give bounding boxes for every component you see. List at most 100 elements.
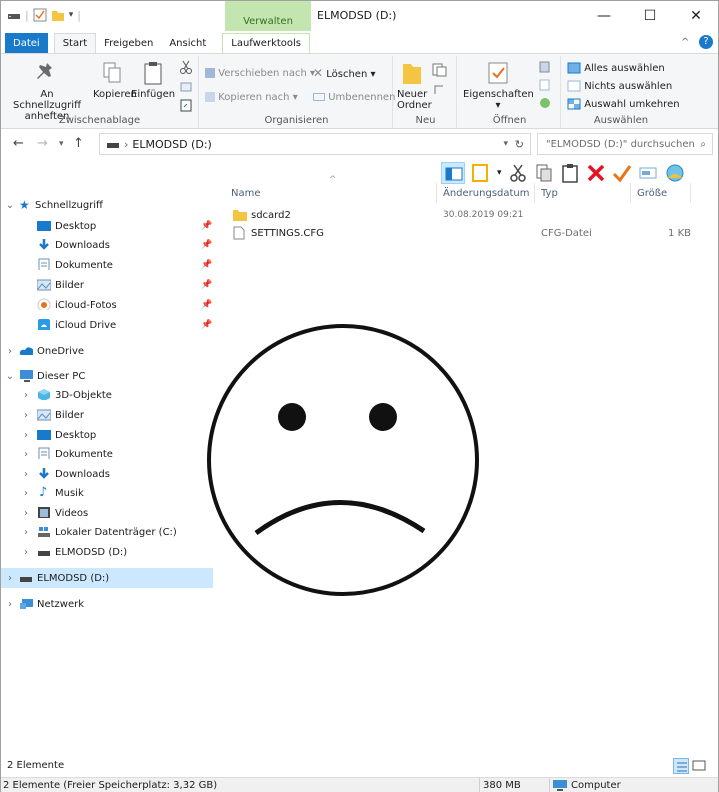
- nav-qa-desktop[interactable]: Desktop 📌: [1, 216, 213, 236]
- tab-ansicht[interactable]: Ansicht: [161, 33, 214, 53]
- file-row[interactable]: SETTINGS.CFG CFG-Datei 1 KB: [225, 225, 705, 243]
- invert-selection-button[interactable]: Auswahl umkehren: [567, 98, 680, 110]
- column-header-type[interactable]: Typ: [535, 183, 631, 203]
- select-all-button[interactable]: Alles auswählen: [567, 62, 665, 74]
- refresh-icon[interactable]: ↻: [515, 138, 524, 151]
- new-item-icon[interactable]: [431, 62, 449, 78]
- nav-qa-downloads[interactable]: Downloads 📌: [1, 235, 213, 255]
- chevron-right-icon[interactable]: ›: [21, 488, 31, 499]
- details-view-icon[interactable]: [673, 758, 689, 774]
- address-dropdown-icon[interactable]: ▾: [503, 139, 508, 149]
- copy-icon[interactable]: [534, 163, 554, 183]
- checkmark-icon[interactable]: [612, 163, 632, 183]
- chevron-right-icon[interactable]: ›: [21, 508, 31, 519]
- chevron-right-icon[interactable]: ›: [21, 449, 31, 460]
- chevron-down-icon[interactable]: ⌄: [5, 371, 15, 382]
- copy-path-icon[interactable]: [179, 80, 193, 94]
- file-row[interactable]: sdcard2 30.08.2019 09:21: [225, 207, 705, 225]
- tab-laufwerktools[interactable]: Laufwerktools: [222, 33, 311, 53]
- help-icon[interactable]: ?: [699, 35, 713, 49]
- column-header-date[interactable]: Änderungsdatum: [437, 183, 535, 203]
- new-folder-button[interactable]: Neuer Ordner: [397, 60, 432, 111]
- layout-icon[interactable]: [471, 163, 491, 183]
- column-header-size[interactable]: Größe: [631, 183, 691, 203]
- properties-check-icon[interactable]: [33, 8, 47, 22]
- folder-icon[interactable]: [51, 9, 65, 21]
- recent-locations-button[interactable]: ▾: [59, 139, 64, 149]
- pin-icon[interactable]: 📌: [201, 260, 212, 270]
- nav-drive-elmodsd[interactable]: › ELMODSD (D:): [1, 568, 213, 588]
- tab-datei[interactable]: Datei: [5, 33, 48, 53]
- chevron-right-icon[interactable]: ›: [21, 390, 31, 401]
- nav-qa-icloud-photos[interactable]: iCloud-Fotos 📌: [1, 295, 213, 315]
- qat-dropdown-icon[interactable]: ▾: [69, 10, 74, 20]
- nav-pc-pictures[interactable]: › Bilder: [1, 405, 213, 425]
- nav-quick-access[interactable]: ⌄ ★ Schnellzugriff: [1, 195, 213, 215]
- collapse-ribbon-icon[interactable]: ^: [681, 37, 689, 48]
- nav-network[interactable]: › Netzwerk: [1, 594, 213, 614]
- chevron-right-icon[interactable]: ›: [21, 547, 31, 558]
- nav-pc-documents[interactable]: › Dokumente: [1, 444, 213, 464]
- chevron-right-icon[interactable]: ›: [21, 410, 31, 421]
- select-none-button[interactable]: Nichts auswählen: [567, 80, 672, 92]
- up-button[interactable]: ↑: [73, 136, 84, 151]
- edit-icon[interactable]: [537, 78, 555, 92]
- nav-qa-documents[interactable]: Dokumente 📌: [1, 255, 213, 275]
- chevron-down-icon[interactable]: ⌄: [5, 200, 15, 211]
- history-icon[interactable]: [537, 96, 555, 110]
- chevron-right-icon[interactable]: ›: [21, 527, 31, 538]
- delete-icon[interactable]: [586, 163, 606, 183]
- rename-icon[interactable]: [638, 163, 658, 183]
- pin-icon[interactable]: 📌: [201, 221, 212, 231]
- nav-pc-3d-objects[interactable]: › 3D-Objekte: [1, 385, 213, 405]
- breadcrumb-drive[interactable]: ELMODSD (D:): [132, 138, 211, 151]
- move-to-button[interactable]: Verschieben nach ▾: [205, 68, 315, 79]
- maximize-button[interactable]: ☐: [627, 1, 673, 31]
- drive-icon[interactable]: [7, 9, 21, 21]
- copy-to-button[interactable]: Kopieren nach ▾: [205, 92, 298, 103]
- preview-pane-icon[interactable]: [441, 162, 465, 184]
- chevron-right-icon[interactable]: ›: [5, 599, 15, 610]
- paste-shortcut-icon[interactable]: [179, 98, 193, 112]
- nav-pc-downloads[interactable]: › Downloads: [1, 464, 213, 484]
- easy-access-icon[interactable]: [431, 82, 449, 98]
- nav-qa-pictures[interactable]: Bilder 📌: [1, 275, 213, 295]
- tab-start[interactable]: Start: [53, 33, 97, 53]
- address-bar[interactable]: › ELMODSD (D:) ▾ ↻: [99, 133, 531, 155]
- nav-pc-desktop[interactable]: › Desktop: [1, 425, 213, 445]
- cut-icon[interactable]: [179, 60, 193, 74]
- nav-this-pc[interactable]: ⌄ Dieser PC: [1, 366, 213, 386]
- pin-icon[interactable]: 📌: [201, 300, 212, 310]
- minimize-button[interactable]: —: [581, 1, 627, 31]
- back-button[interactable]: ←: [13, 136, 24, 151]
- pin-icon[interactable]: 📌: [201, 240, 212, 250]
- chevron-right-icon[interactable]: ›: [21, 430, 31, 441]
- copy-button[interactable]: Kopieren: [93, 60, 137, 100]
- forward-button[interactable]: →: [37, 136, 48, 151]
- cut-icon[interactable]: [508, 163, 528, 183]
- properties-button[interactable]: Eigenschaften ▾: [463, 60, 534, 111]
- close-button[interactable]: ✕: [673, 1, 719, 31]
- column-header-name[interactable]: Name: [225, 183, 437, 203]
- nav-pc-elmodsd[interactable]: › ELMODSD (D:): [1, 542, 213, 562]
- rename-button[interactable]: Umbenennen: [313, 92, 395, 103]
- paste-icon[interactable]: [560, 163, 580, 183]
- large-icons-view-icon[interactable]: [691, 758, 707, 774]
- search-input[interactable]: "ELMODSD (D:)" durchsuchen ⌕: [537, 133, 713, 155]
- pin-quick-access-button[interactable]: An Schnellzugriff anheften: [5, 60, 89, 122]
- chevron-right-icon[interactable]: ›: [5, 346, 15, 357]
- tab-freigeben[interactable]: Freigeben: [96, 33, 161, 53]
- layout-dropdown-icon[interactable]: ▾: [497, 168, 502, 178]
- nav-qa-icloud-drive[interactable]: iCloud Drive 📌: [1, 315, 213, 335]
- shell-icon[interactable]: [664, 163, 686, 183]
- nav-pc-music[interactable]: › ♪ Musik: [1, 483, 213, 503]
- paste-button[interactable]: Einfügen: [131, 60, 175, 100]
- pin-icon[interactable]: 📌: [201, 280, 212, 290]
- nav-onedrive[interactable]: › OneDrive: [1, 341, 213, 361]
- nav-pc-local-disk[interactable]: › Lokaler Datenträger (C:): [1, 522, 213, 542]
- chevron-right-icon[interactable]: ›: [5, 573, 15, 584]
- chevron-right-icon[interactable]: ›: [21, 469, 31, 480]
- nav-pc-videos[interactable]: › Videos: [1, 503, 213, 523]
- open-icon[interactable]: [537, 60, 555, 74]
- delete-button[interactable]: ✕ Löschen ▾: [313, 67, 376, 80]
